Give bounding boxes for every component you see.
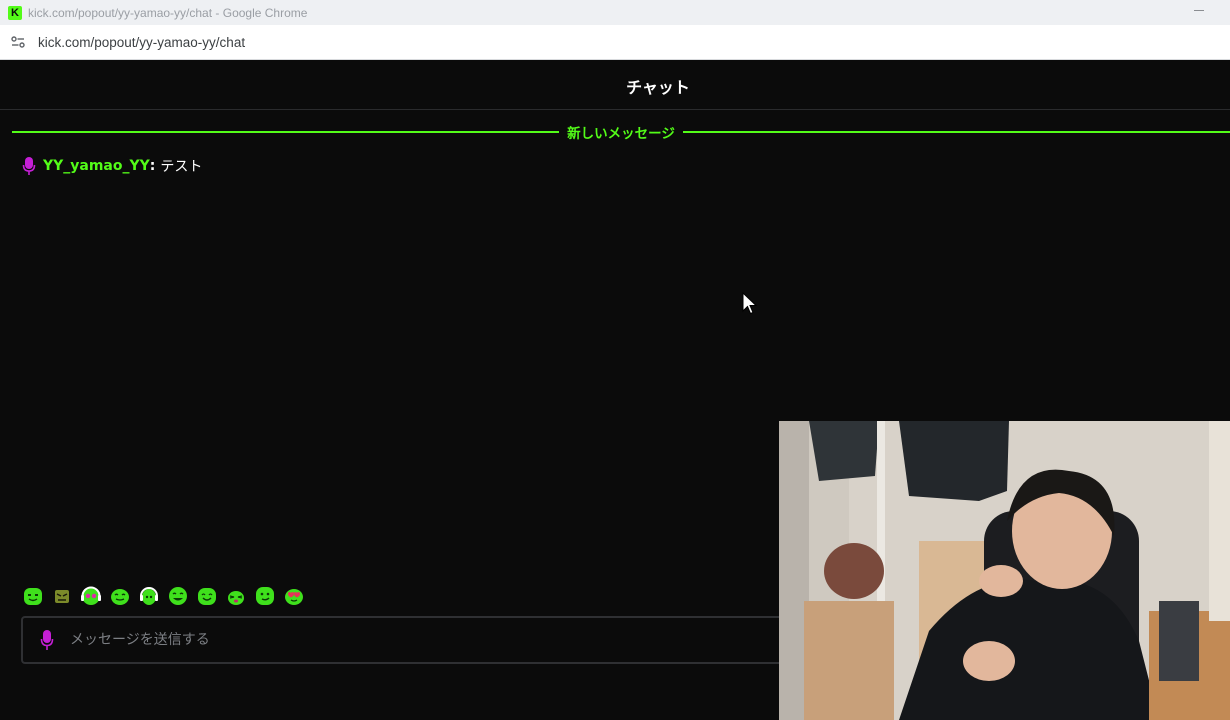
microphone-icon[interactable] [40, 629, 54, 651]
emote-love-icon[interactable] [283, 585, 305, 607]
message-separator: : [149, 158, 156, 174]
emote-smile-icon[interactable] [109, 585, 131, 607]
webcam-overlay-video [779, 421, 1230, 720]
emote-smirk-icon[interactable] [254, 585, 276, 607]
message-input[interactable] [70, 632, 670, 648]
microphone-badge-icon [22, 157, 36, 175]
chat-message: YY_yamao_YY : テスト [22, 156, 202, 176]
window-title: kick.com/popout/yy-yamao-yy/chat - Googl… [28, 5, 308, 20]
kick-favicon-icon: K [8, 5, 22, 20]
emote-joy-icon[interactable] [196, 585, 218, 607]
chat-input-box[interactable] [21, 616, 791, 664]
new-messages-divider: 新しいメッセージ [12, 122, 1230, 142]
url-text[interactable]: kick.com/popout/yy-yamao-yy/chat [38, 35, 245, 50]
emote-headphones-2-icon[interactable] [138, 585, 160, 607]
message-username[interactable]: YY_yamao_YY [43, 158, 150, 174]
address-bar[interactable]: kick.com/popout/yy-yamao-yy/chat [0, 25, 1230, 60]
browser-title-bar: K kick.com/popout/yy-yamao-yy/chat - Goo… [0, 0, 1230, 25]
webcam-scene-image [779, 421, 1230, 720]
minimize-button[interactable] [1194, 10, 1204, 11]
divider-line-left [12, 131, 560, 133]
emote-squint-icon[interactable] [225, 585, 247, 607]
new-messages-label: 新しいメッセージ [567, 126, 675, 142]
divider-line-right [682, 131, 1230, 133]
site-settings-icon[interactable] [10, 34, 26, 50]
emote-headphones-icon[interactable] [80, 585, 102, 607]
message-text: テスト [160, 159, 203, 175]
emote-grin-icon[interactable] [22, 585, 44, 607]
chat-header: チャット [0, 62, 1230, 110]
chat-title: チャット [626, 77, 690, 97]
emote-happy-icon[interactable] [167, 585, 189, 607]
emote-angry-icon[interactable] [51, 585, 73, 607]
mouse-cursor-icon [742, 292, 758, 315]
quick-emote-bar [22, 582, 305, 610]
